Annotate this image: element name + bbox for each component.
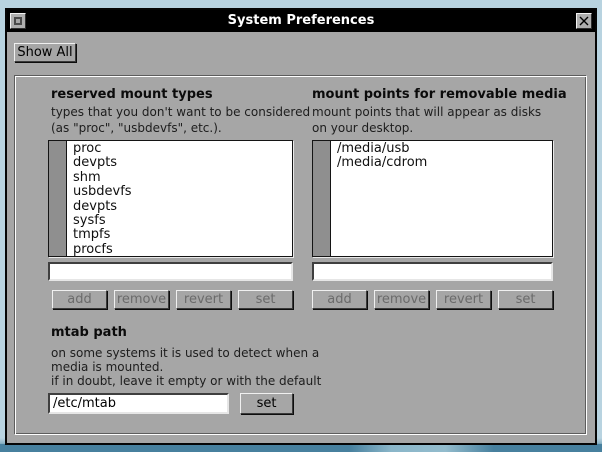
list-item[interactable]: sysfs: [67, 213, 292, 228]
list-item[interactable]: tmpfs: [67, 228, 292, 243]
window-menu-icon: [14, 17, 22, 25]
mount-point-input[interactable]: [312, 262, 553, 281]
desc-line: if in doubt, leave it empty or with the …: [51, 374, 322, 388]
action-button[interactable]: set: [498, 290, 553, 309]
mtab-set-button[interactable]: set: [240, 393, 293, 414]
close-icon: [579, 16, 589, 26]
close-button[interactable]: [576, 13, 592, 29]
show-all-button[interactable]: Show All: [14, 43, 76, 62]
action-button[interactable]: revert: [176, 290, 231, 309]
desktop-bottom-band: [0, 444, 602, 452]
mount-points-list[interactable]: /media/usb/media/cdrom: [312, 140, 553, 257]
action-button[interactable]: add: [312, 290, 367, 309]
reserved-mount-types-list[interactable]: proc devpts shm usbdevfs devpts sysfs tmpfs pro…: [48, 140, 293, 257]
reserved-mount-types-heading: reserved mount types: [51, 87, 213, 102]
action-button[interactable]: add: [52, 290, 107, 309]
action-button[interactable]: remove: [114, 290, 169, 309]
reserved-actions: add remove revert set: [52, 290, 293, 309]
desc-line: mount points that will appear as disks: [312, 105, 542, 119]
desc-line: types that you don't want to be consider…: [51, 105, 311, 119]
list-item[interactable]: procfs: [67, 242, 292, 256]
list-item[interactable]: proc: [67, 142, 292, 156]
desc-line: on some systems it is used to detect whe…: [51, 346, 320, 360]
action-button[interactable]: revert: [436, 290, 491, 309]
preferences-groupbox: reserved mount types types that you don'…: [14, 75, 587, 435]
reserved-mount-type-input[interactable]: [48, 262, 293, 281]
reserved-mount-types-desc: types that you don't want to be consider…: [51, 104, 310, 136]
window-menu-button[interactable]: [10, 13, 26, 29]
action-button[interactable]: remove: [374, 290, 429, 309]
window-title: System Preferences: [227, 13, 375, 28]
list-item[interactable]: devpts: [67, 199, 292, 214]
mount-points-desc: mount points that will appear as disks on…: [312, 104, 541, 136]
system-preferences-window: System Preferences Show All reserved mou…: [5, 8, 597, 445]
scrollbar-trough[interactable]: [49, 141, 67, 256]
list-item[interactable]: usbdevfs: [67, 184, 292, 199]
mtab-path-desc: on some systems it is used to detect whe…: [51, 346, 321, 388]
list-item[interactable]: /media/usb: [331, 142, 552, 156]
desktop: { "window": { "title": "System Preferenc…: [0, 0, 602, 452]
list-item[interactable]: /media/cdrom: [331, 155, 552, 170]
list-item[interactable]: shm: [67, 170, 292, 185]
action-button[interactable]: set: [238, 290, 293, 309]
list-item[interactable]: devpts: [67, 155, 292, 170]
desc-line: on your desktop.: [312, 121, 414, 135]
mtab-path-heading: mtab path: [51, 325, 127, 340]
mount-points-actions: add remove revert set: [312, 290, 553, 309]
desc-line: (as "proc", "usbdevfs", etc.).: [51, 121, 222, 135]
titlebar[interactable]: System Preferences: [7, 10, 595, 32]
scrollbar-trough[interactable]: [313, 141, 331, 256]
mtab-path-input[interactable]: [48, 393, 229, 414]
mount-points-heading: mount points for removable media: [312, 87, 567, 102]
desc-line: media is mounted.: [51, 360, 164, 374]
